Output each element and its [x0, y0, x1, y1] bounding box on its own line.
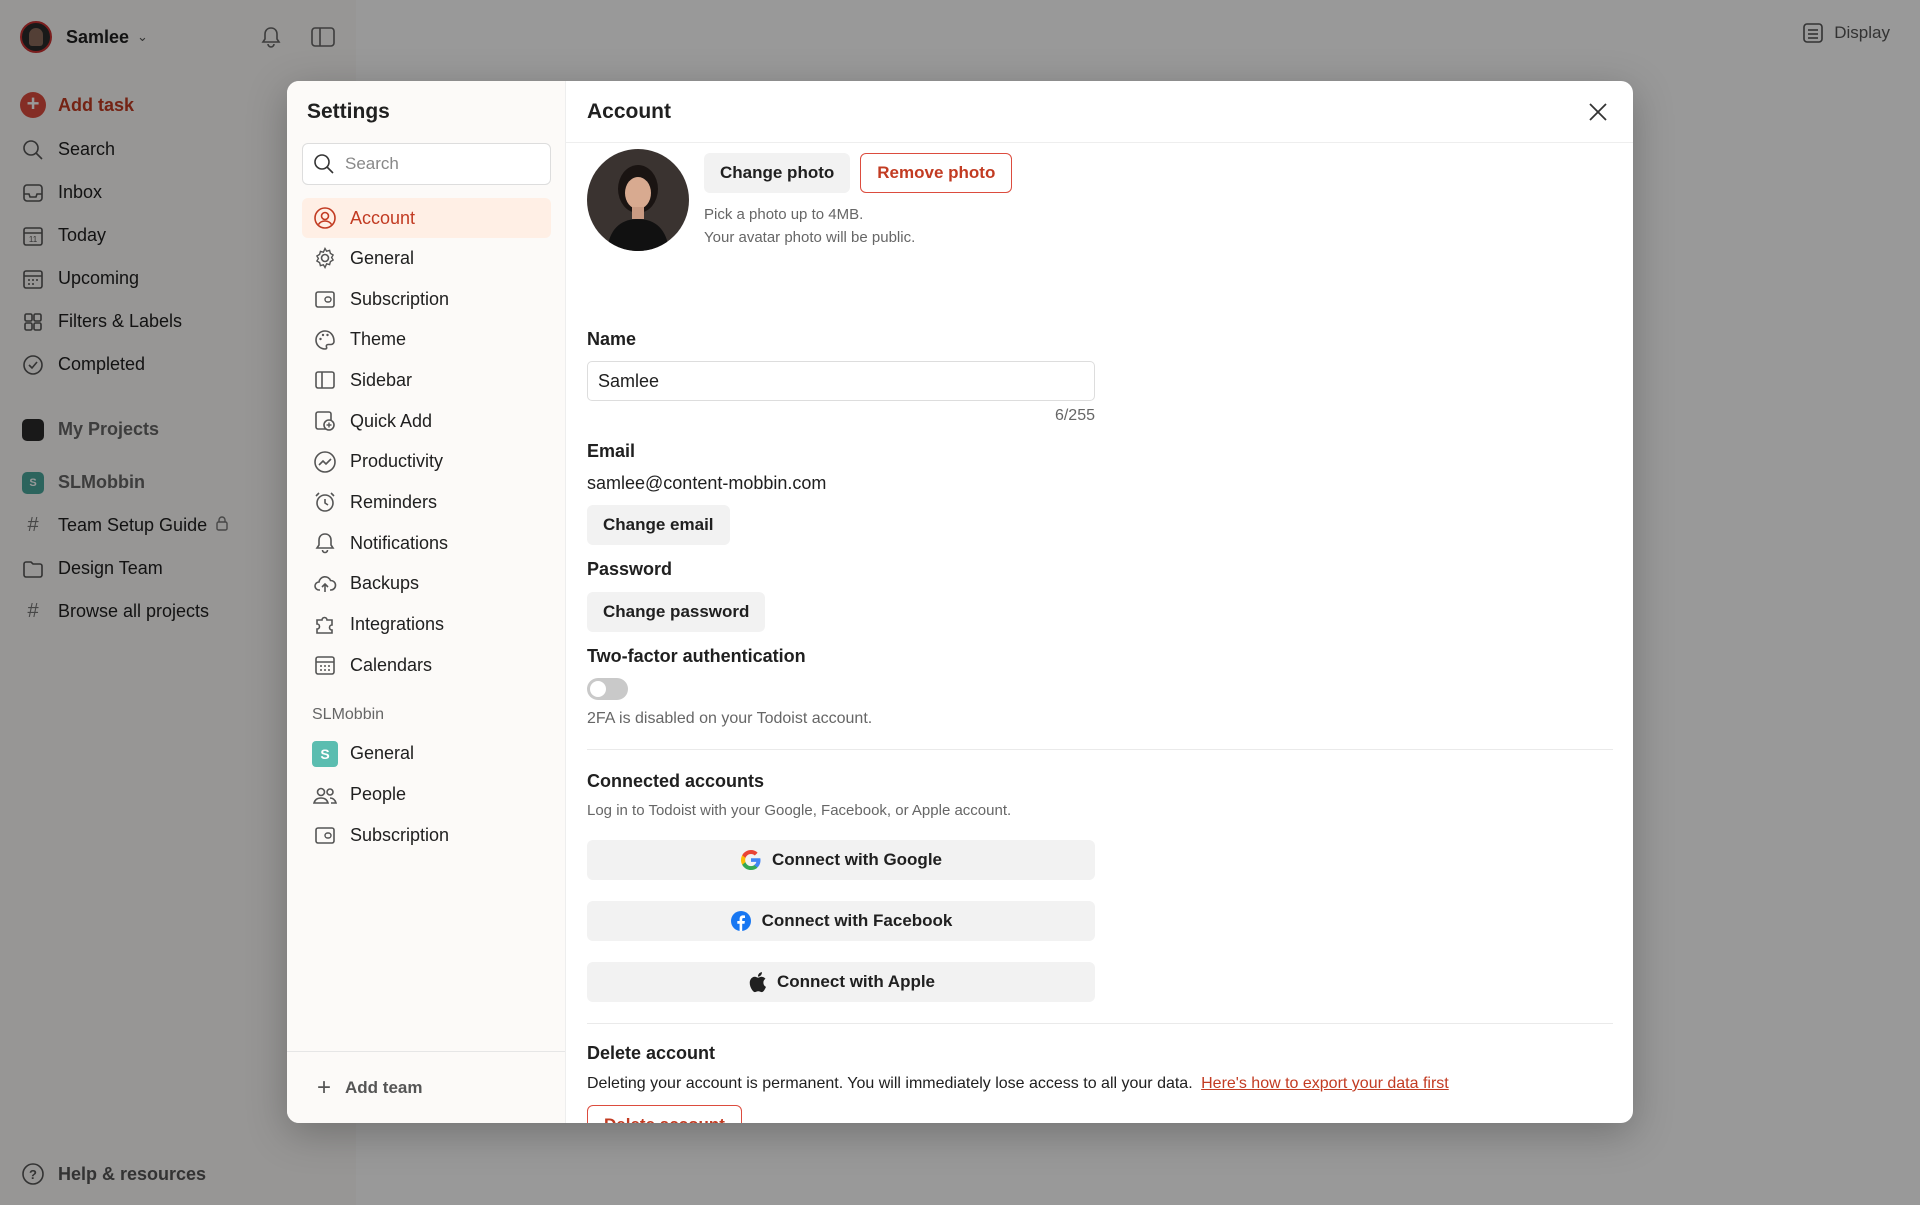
wallet-icon	[312, 822, 338, 848]
sidebar-icon	[312, 367, 338, 393]
team-nav-people[interactable]: People	[302, 774, 551, 815]
connect-google-button[interactable]: Connect with Google	[587, 840, 1095, 880]
connect-google-label: Connect with Google	[772, 850, 942, 869]
settings-nav-sidebar[interactable]: Sidebar	[302, 360, 551, 401]
plus-icon: +	[317, 1073, 332, 1101]
team-nav-label: People	[350, 784, 407, 805]
settings-nav-label: Quick Add	[350, 410, 433, 431]
connected-accounts-hint: Log in to Todoist with your Google, Face…	[587, 802, 1012, 819]
settings-nav-subscription[interactable]: Subscription	[302, 279, 551, 320]
settings-search[interactable]	[302, 143, 551, 185]
connect-facebook-label: Connect with Facebook	[761, 911, 953, 930]
delete-account-warning: Deleting your account is permanent. You …	[587, 1075, 1449, 1093]
settings-nav-backups[interactable]: Backups	[302, 564, 551, 605]
settings-nav-label: Sidebar	[350, 369, 413, 390]
calendar-icon	[312, 652, 338, 678]
photo-hint-line-1: Pick a photo up to 4MB.	[704, 206, 864, 223]
settings-nav-theme[interactable]: Theme	[302, 319, 551, 360]
twofa-status: 2FA is disabled on your Todoist account.	[587, 710, 873, 727]
account-form: Change photo Remove photo Pick a photo u…	[587, 143, 1613, 1123]
avatar	[587, 149, 689, 251]
settings-nav-label: Integrations	[350, 614, 445, 635]
google-icon	[740, 849, 762, 871]
user-circle-icon	[312, 205, 338, 231]
connect-apple-button[interactable]: Connect with Apple	[587, 962, 1095, 1002]
bell-icon	[312, 530, 338, 556]
settings-modal: Settings Account General Subscription Th…	[287, 81, 1633, 1123]
panel-title: Account	[587, 99, 671, 123]
facebook-icon	[730, 910, 752, 932]
settings-nav-label: Account	[350, 207, 416, 228]
email-value: samlee@content-mobbin.com	[587, 473, 827, 493]
settings-nav-quick-add[interactable]: Quick Add	[302, 401, 551, 442]
name-field[interactable]	[587, 361, 1095, 401]
settings-nav-reminders[interactable]: Reminders	[302, 482, 551, 523]
divider	[587, 749, 1613, 750]
settings-sidebar: Settings Account General Subscription Th…	[287, 81, 566, 1123]
photo-section: Change photo Remove photo Pick a photo u…	[587, 149, 1013, 251]
delete-account-button[interactable]: Delete account	[587, 1105, 742, 1123]
photo-actions: Change photo Remove photo Pick a photo u…	[704, 149, 1013, 251]
twofa-toggle[interactable]	[587, 678, 628, 700]
apple-icon	[747, 971, 767, 993]
settings-nav-general[interactable]: General	[302, 238, 551, 279]
account-panel: Account Change photo Remove photo Pick a…	[566, 81, 1633, 1123]
settings-nav: Account General Subscription Theme Sideb…	[302, 198, 551, 856]
change-email-button[interactable]: Change email	[587, 505, 730, 545]
name-label: Name	[587, 329, 637, 349]
email-label: Email	[587, 441, 636, 461]
settings-search-input[interactable]	[345, 154, 535, 174]
cloud-upload-icon	[312, 571, 338, 597]
settings-nav-label: Subscription	[350, 288, 450, 309]
connect-apple-label: Connect with Apple	[776, 972, 936, 991]
settings-nav-notifications[interactable]: Notifications	[302, 523, 551, 564]
settings-nav-label: Backups	[350, 573, 420, 594]
team-nav-label: General	[350, 743, 415, 764]
quick-add-icon	[312, 408, 338, 434]
change-photo-button[interactable]: Change photo	[704, 153, 851, 193]
search-icon	[314, 154, 334, 174]
settings-nav-integrations[interactable]: Integrations	[302, 604, 551, 645]
add-team-label: Add team	[345, 1077, 423, 1097]
close-button[interactable]	[1583, 97, 1613, 127]
puzzle-icon	[312, 612, 338, 638]
team-nav-general[interactable]: S General	[302, 734, 551, 775]
settings-nav-label: Productivity	[350, 451, 444, 472]
photo-hint: Pick a photo up to 4MB. Your avatar phot…	[704, 203, 1012, 249]
team-nav-subscription[interactable]: Subscription	[302, 815, 551, 856]
close-icon	[1589, 103, 1607, 121]
team-nav-label: Subscription	[350, 824, 450, 845]
workspace-icon: S	[312, 740, 338, 767]
settings-nav-label: General	[350, 247, 415, 268]
settings-title: Settings	[307, 100, 390, 123]
gear-icon	[312, 245, 338, 271]
alarm-icon	[312, 489, 338, 515]
twofa-label: Two-factor authentication	[587, 646, 806, 666]
wallet-icon	[312, 286, 338, 312]
export-data-link[interactable]: Here's how to export your data first	[1201, 1075, 1449, 1092]
connected-accounts-label: Connected accounts	[587, 771, 765, 791]
settings-nav-label: Theme	[350, 329, 407, 350]
people-icon	[312, 782, 338, 808]
add-team-button[interactable]: + Add team	[287, 1051, 565, 1123]
panel-header: Account	[566, 81, 1633, 143]
settings-nav-account[interactable]: Account	[302, 198, 551, 238]
password-label: Password	[587, 559, 673, 579]
divider	[587, 1023, 1613, 1024]
change-password-button[interactable]: Change password	[587, 592, 766, 632]
connect-facebook-button[interactable]: Connect with Facebook	[587, 901, 1095, 941]
delete-warning-text: Deleting your account is permanent. You …	[587, 1075, 1193, 1092]
settings-nav-label: Reminders	[350, 491, 438, 512]
settings-nav-calendars[interactable]: Calendars	[302, 645, 551, 686]
trend-icon	[312, 449, 338, 475]
remove-photo-button[interactable]: Remove photo	[860, 153, 1013, 193]
settings-nav-label: Notifications	[350, 532, 449, 553]
name-char-count: 6/255	[1054, 407, 1095, 424]
photo-hint-line-2: Your avatar photo will be public.	[704, 229, 916, 246]
settings-nav-productivity[interactable]: Productivity	[302, 441, 551, 482]
palette-icon	[312, 327, 338, 353]
team-section-label: SLMobbin	[312, 705, 385, 723]
settings-nav-label: Calendars	[350, 654, 433, 675]
delete-account-label: Delete account	[587, 1043, 716, 1063]
